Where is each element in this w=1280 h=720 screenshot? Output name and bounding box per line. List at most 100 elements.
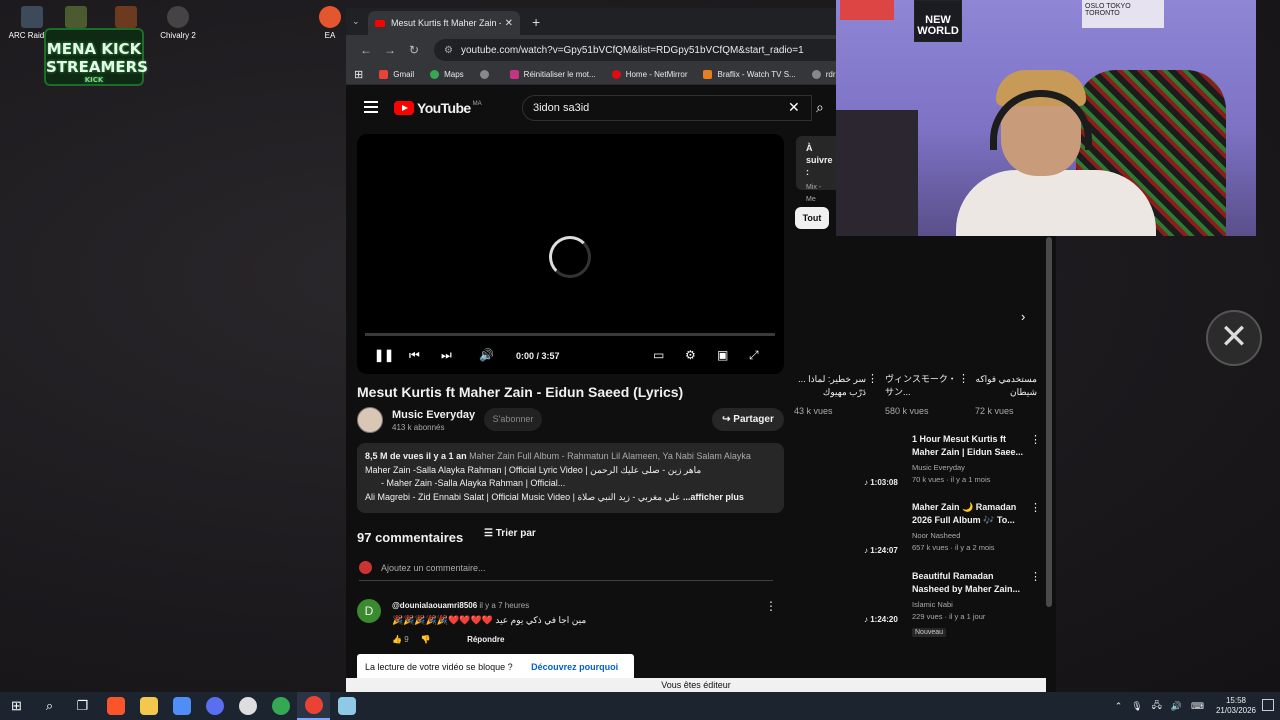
description-line-4: Ali Magrebi - Zid Ennabi Salat | Officia… — [365, 491, 744, 502]
progress-bar[interactable] — [365, 333, 775, 336]
youtube-logo[interactable]: YouTube MA — [394, 100, 482, 116]
bookmark-instagram[interactable]: Réinitialiser le mot... — [509, 70, 596, 79]
channel-avatar[interactable] — [357, 407, 383, 433]
next-icon[interactable]: ⏭ — [441, 348, 452, 363]
clock[interactable]: 15:58 21/03/2026 — [1216, 696, 1256, 716]
close-tab-icon[interactable]: ✕ — [505, 18, 513, 29]
bookmark-globe[interactable] — [479, 70, 494, 79]
task-view-icon[interactable]: ❐ — [66, 692, 99, 720]
time-display: 0:00 / 3:57 — [516, 351, 560, 361]
commenter-avatar[interactable]: D — [357, 599, 381, 623]
taskbar-app-chrome[interactable] — [264, 692, 297, 720]
logo-line-1: MENA KICK — [46, 40, 142, 58]
up-next-card[interactable]: À suivre : Mix - Me — [796, 136, 841, 203]
microphone-icon[interactable]: 🎙 — [1131, 701, 1142, 712]
previous-icon[interactable]: ⏮ — [409, 348, 420, 363]
taskbar-app-chrome-active[interactable] — [297, 692, 330, 720]
chip-all[interactable]: Tout — [795, 207, 829, 229]
recommendation-menu-icon[interactable]: ⋮ — [1030, 570, 1041, 583]
youtube-wordmark: YouTube — [417, 100, 471, 116]
forward-arrow-icon[interactable]: → — [378, 43, 402, 57]
commenter-handle[interactable]: @dounialaouamri8506 il y a 7 heures — [392, 601, 529, 610]
description-box[interactable]: 8,5 M de vues il y a 1 an Maher Zain Ful… — [357, 443, 784, 513]
recommendation-channel: Noor Nasheed — [912, 531, 961, 540]
shelf-title: سر خطير: لماذا ... دَرّب مهيوك — [798, 374, 866, 397]
chevron-up-icon[interactable]: ⌃ — [1115, 701, 1123, 712]
taskbar-app-notepad[interactable] — [330, 692, 363, 720]
language-icon[interactable]: ⌨ — [1191, 701, 1204, 712]
recommendation-menu-icon[interactable]: ⋮ — [1030, 433, 1041, 446]
reply-button[interactable]: Répondre — [467, 635, 504, 644]
like-count: 9 — [404, 635, 409, 644]
shelf-menu-icon[interactable]: ⋮ — [958, 373, 969, 386]
subscribe-button[interactable]: S'abonner — [484, 408, 542, 431]
site-settings-icon[interactable]: ⚙ — [444, 45, 453, 56]
taskbar-app-github[interactable] — [231, 692, 264, 720]
toast-link[interactable]: Découvrez pourquoi — [531, 662, 618, 672]
braflix-icon — [703, 70, 713, 79]
user-avatar — [359, 561, 372, 574]
bookmark-gmail[interactable]: Gmail — [379, 70, 414, 79]
bookmark-braflix[interactable]: Braflix - Watch TV S... — [703, 70, 796, 79]
channel-row: Music Everyday 413 k abonnés S'abonner ↪… — [357, 407, 784, 437]
comment-actions: 👍 9 👎 Répondre — [392, 635, 504, 644]
volume-icon[interactable]: 🔊 — [1171, 701, 1182, 712]
notifications-icon[interactable] — [1262, 699, 1274, 711]
start-windows-icon[interactable]: ⊞ — [0, 692, 33, 720]
shelf-menu-icon[interactable]: ⋮ — [867, 373, 878, 386]
shelf-item[interactable]: ヴィンスモーク・サン... 580 k vues ⋮ — [885, 373, 969, 418]
search-input[interactable]: 3idon sa3id — [522, 95, 812, 121]
new-tab-icon[interactable]: + — [532, 14, 540, 30]
page-scrollbar[interactable] — [1046, 237, 1052, 607]
bookmark-netmirror[interactable]: Home - NetMirror — [611, 70, 687, 79]
clock-date: 21/03/2026 — [1215, 706, 1256, 715]
subtitles-icon[interactable]: ▭ — [653, 348, 664, 362]
network-icon[interactable]: 🖧 — [1152, 698, 1162, 714]
streamer-body — [956, 170, 1156, 236]
recommendation-menu-icon[interactable]: ⋮ — [1030, 501, 1041, 514]
shelf-views: 580 k vues — [885, 406, 929, 416]
search-icon[interactable]: ⌕ — [33, 692, 66, 720]
globe-icon — [479, 70, 489, 79]
maps-icon — [430, 70, 440, 79]
recommendation-item[interactable]: ♪ 1:24:20 Beautiful Ramadan Nasheed by M… — [864, 570, 1041, 637]
hamburger-menu-icon[interactable] — [364, 101, 378, 116]
chevron-right-icon[interactable]: › — [1021, 309, 1025, 324]
tab-search-icon[interactable]: ⌄ — [352, 16, 368, 27]
share-button[interactable]: ↪ Partager — [712, 408, 784, 431]
x-logo-icon[interactable]: ✕ — [1206, 310, 1262, 366]
dislike-icon[interactable]: 👎 — [421, 635, 431, 644]
youtube-favicon-icon — [375, 19, 385, 27]
theater-mode-icon[interactable]: ▣ — [717, 348, 728, 362]
taskbar-app-explorer[interactable] — [132, 692, 165, 720]
tab-youtube[interactable]: Mesut Kurtis ft Maher Zain - Ei ✕ — [368, 11, 520, 35]
shelf-item[interactable]: مستخدمي فواكه شيطان استطاع... 72 k vues — [975, 373, 1037, 418]
reload-icon[interactable]: ↻ — [402, 43, 426, 57]
recommendation-item[interactable]: ♪ 1:03:08 1 Hour Mesut Kurtis ft Maher Z… — [864, 433, 1041, 497]
player-controls: ❚❚ ⏮ ⏭ 🔊 0:00 / 3:57 ▭ ⚙ ▣ ⤢ — [357, 346, 784, 368]
back-arrow-icon[interactable]: ← — [354, 43, 378, 57]
pause-icon[interactable]: ❚❚ — [374, 348, 394, 362]
volume-icon[interactable]: 🔊 — [479, 348, 494, 362]
apps-grid-icon[interactable]: ⊞ — [354, 68, 363, 81]
comment-menu-icon[interactable]: ⋮ — [765, 599, 777, 613]
recommendation-item[interactable]: ♪ 1:24:07 Maher Zain 🌙 Ramadan 2026 Full… — [864, 501, 1041, 565]
fullscreen-icon[interactable]: ⤢ — [749, 348, 759, 363]
search-icon[interactable]: ⌕ — [816, 99, 824, 116]
sort-comments-button[interactable]: ☰ Trier par — [484, 528, 536, 539]
desktop-icon-chivalry[interactable]: Chivalry 2 — [148, 6, 208, 40]
taskbar-app-brave[interactable] — [99, 692, 132, 720]
description-meta: 8,5 M de vues il y a 1 an Maher Zain Ful… — [365, 450, 776, 464]
bookmark-maps[interactable]: Maps — [430, 70, 464, 79]
like-icon[interactable]: 👍 — [392, 635, 404, 644]
video-player[interactable]: ❚❚ ⏮ ⏭ 🔊 0:00 / 3:57 ▭ ⚙ ▣ ⤢ — [357, 134, 784, 374]
clear-search-icon[interactable]: ✕ — [788, 99, 800, 116]
settings-gear-icon[interactable]: ⚙ — [685, 348, 696, 362]
add-comment-input[interactable]: Ajoutez un commentaire... — [359, 559, 773, 581]
taskbar-app-blue[interactable] — [198, 692, 231, 720]
toast-text: La lecture de votre vidéo se bloque ? — [365, 662, 513, 672]
shelf-item[interactable]: سر خطير: لماذا ... دَرّب مهيوك 43 k vues… — [794, 373, 878, 418]
show-more-link[interactable]: ...afficher plus — [683, 492, 744, 502]
taskbar-app-calculator[interactable] — [165, 692, 198, 720]
channel-name[interactable]: Music Everyday — [392, 409, 475, 421]
